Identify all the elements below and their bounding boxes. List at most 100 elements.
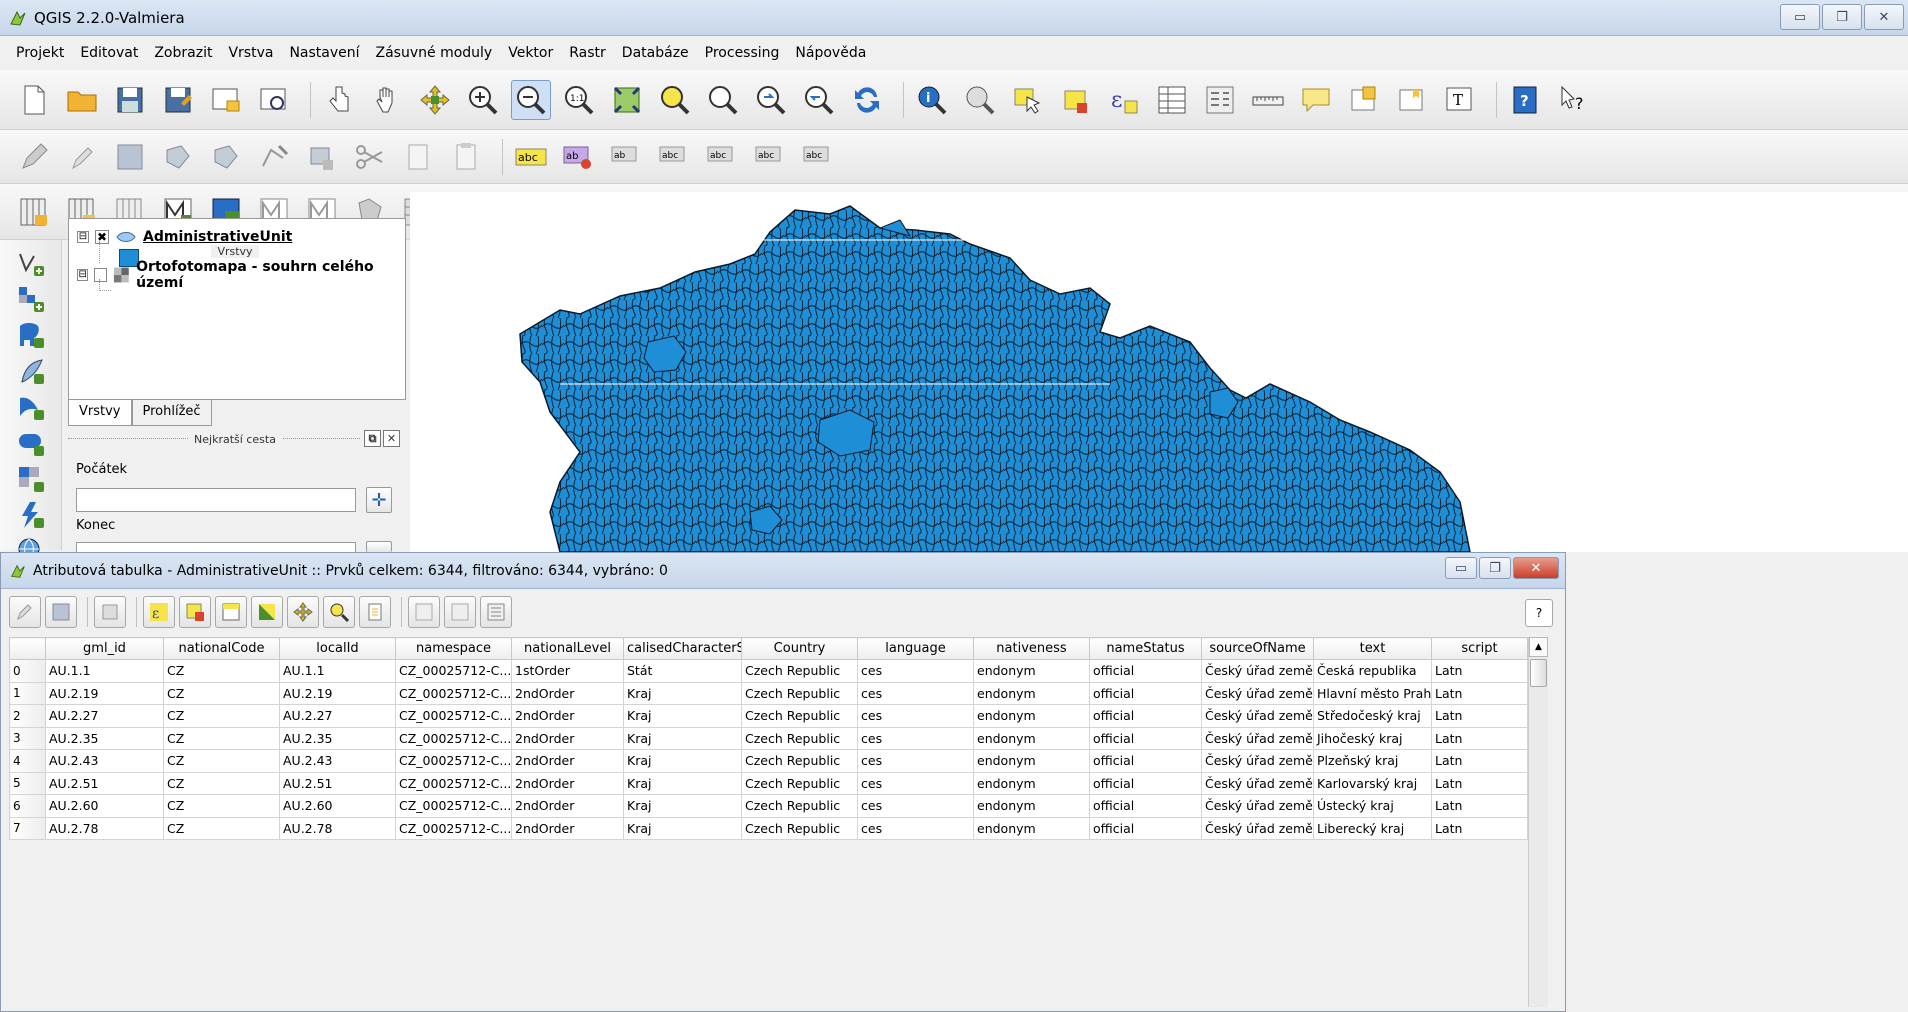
toggle-editing-button[interactable] [62,137,102,177]
table-row[interactable]: 6 AU.2.60 CZ AU.2.60 CZ_00025712-C... 2ndOrde… [9,794,1528,818]
table-cell[interactable]: CZ [163,681,280,705]
column-header[interactable]: nationalLevel [511,637,624,660]
zoom-full-button[interactable] [607,80,647,120]
menu-nastaveni[interactable]: Nastavení [281,36,367,70]
copy-selected-rows-button[interactable] [359,596,391,628]
row-number[interactable]: 0 [9,659,46,683]
table-cell[interactable]: endonym [973,794,1090,818]
table-cell[interactable]: Latn [1431,726,1528,750]
pan-to-selection-button[interactable] [415,80,455,120]
table-cell[interactable]: endonym [973,816,1090,840]
add-feature-button[interactable] [158,137,198,177]
column-header[interactable]: nativeness [973,637,1090,660]
row-number[interactable]: 2 [9,704,46,728]
table-cell[interactable]: CZ_00025712-C... [395,681,512,705]
table-vertical-scrollbar[interactable]: ▲ [1528,637,1548,1007]
db-tool-1-button[interactable] [14,192,54,232]
table-row[interactable]: 0 AU.1.1 CZ AU.1.1 CZ_00025712-C... 1stOrder S… [9,659,1528,683]
run-feature-action-button[interactable] [960,80,1000,120]
table-cell[interactable]: endonym [973,726,1090,750]
table-cell[interactable]: AU.2.35 [45,726,164,750]
table-cell[interactable]: Středočeský kraj [1313,704,1432,728]
table-cell[interactable]: Ústecký kraj [1313,794,1432,818]
table-cell[interactable]: ces [857,681,974,705]
text-annotation-button[interactable]: T [1440,80,1480,120]
table-cell[interactable]: 2ndOrder [511,794,624,818]
capture-start-point-button[interactable]: ✛ [366,487,392,513]
column-header[interactable]: script [1431,637,1528,660]
row-number[interactable]: 5 [9,771,46,795]
table-row[interactable]: 3 AU.2.35 CZ AU.2.35 CZ_00025712-C... 2ndOrde… [9,726,1528,750]
column-header[interactable]: nameStatus [1089,637,1202,660]
delete-selected-button[interactable] [302,137,342,177]
save-edits-button[interactable] [45,596,77,628]
table-cell[interactable]: Czech Republic [741,749,858,773]
column-header[interactable]: sourceOfName [1201,637,1314,660]
layer-labeling-button[interactable]: abc [511,137,551,177]
column-header[interactable]: nationalCode [163,637,280,660]
refresh-button[interactable] [847,80,887,120]
invert-selection-button[interactable] [251,596,283,628]
zoom-in-button[interactable] [463,80,503,120]
table-cell[interactable]: AU.2.78 [279,816,396,840]
table-cell[interactable]: official [1089,681,1202,705]
paste-features-button[interactable] [446,137,486,177]
table-cell[interactable]: ces [857,794,974,818]
table-cell[interactable]: Česká republika [1313,659,1432,683]
table-cell[interactable]: CZ [163,726,280,750]
table-cell[interactable]: Latn [1431,816,1528,840]
table-cell[interactable]: CZ [163,794,280,818]
table-cell[interactable]: 2ndOrder [511,749,624,773]
table-cell[interactable]: Český úřad země... [1201,749,1314,773]
table-cell[interactable]: AU.2.35 [279,726,396,750]
table-cell[interactable]: 2ndOrder [511,681,624,705]
delete-selected-button[interactable] [94,596,126,628]
select-by-expression-button[interactable]: ε [1104,80,1144,120]
table-cell[interactable]: 2ndOrder [511,816,624,840]
add-spatialite-layer-button[interactable] [11,356,51,386]
table-cell[interactable]: official [1089,659,1202,683]
table-cell[interactable]: AU.2.19 [279,681,396,705]
toggle-editing-button[interactable] [9,596,41,628]
save-edits-button[interactable] [110,137,150,177]
node-tool-button[interactable] [254,137,294,177]
row-number-header[interactable] [9,637,46,660]
table-cell[interactable]: Kraj [623,681,742,705]
table-cell[interactable]: Czech Republic [741,794,858,818]
table-cell[interactable]: Hlavní město Praha [1313,681,1432,705]
table-cell[interactable]: Latn [1431,659,1528,683]
table-cell[interactable]: CZ [163,749,280,773]
menu-rastr[interactable]: Rastr [561,36,614,70]
zoom-to-selection-button[interactable] [323,596,355,628]
zoom-out-button[interactable] [511,79,551,120]
scroll-thumb[interactable] [1530,659,1547,687]
pin-labels-button[interactable]: ab [607,137,647,177]
new-project-button[interactable] [14,80,54,120]
table-cell[interactable]: AU.2.27 [45,704,164,728]
show-bookmarks-button[interactable] [1392,80,1432,120]
table-cell[interactable]: official [1089,816,1202,840]
table-cell[interactable]: Latn [1431,794,1528,818]
layer-diagram-button[interactable]: ab [559,137,599,177]
table-cell[interactable]: Plzeňský kraj [1313,749,1432,773]
table-cell[interactable]: official [1089,726,1202,750]
table-row[interactable]: 4 AU.2.43 CZ AU.2.43 CZ_00025712-C... 2ndOrde… [9,749,1528,773]
table-cell[interactable]: AU.2.19 [45,681,164,705]
map-tips-button[interactable] [1296,80,1336,120]
layer-item-ortofotomapa[interactable]: ⊟ Ortofotomapa - souhrn celého území [77,259,405,291]
collapse-toggle[interactable]: ⊟ [77,269,89,281]
new-print-composer-button[interactable] [206,80,246,120]
table-cell[interactable]: Český úřad země... [1201,704,1314,728]
rotate-label-button[interactable]: abc [751,137,791,177]
unselect-all-button[interactable] [179,596,211,628]
column-header[interactable]: language [857,637,974,660]
composer-manager-button[interactable] [254,80,294,120]
current-edits-button[interactable] [14,137,54,177]
table-cell[interactable]: Czech Republic [741,681,858,705]
pan-to-selection-button[interactable] [287,596,319,628]
table-cell[interactable]: official [1089,749,1202,773]
menu-zasuvne-moduly[interactable]: Zásuvné moduly [368,36,501,70]
table-cell[interactable]: Czech Republic [741,771,858,795]
help-contents-button[interactable]: ? [1505,80,1545,120]
table-cell[interactable]: Latn [1431,681,1528,705]
